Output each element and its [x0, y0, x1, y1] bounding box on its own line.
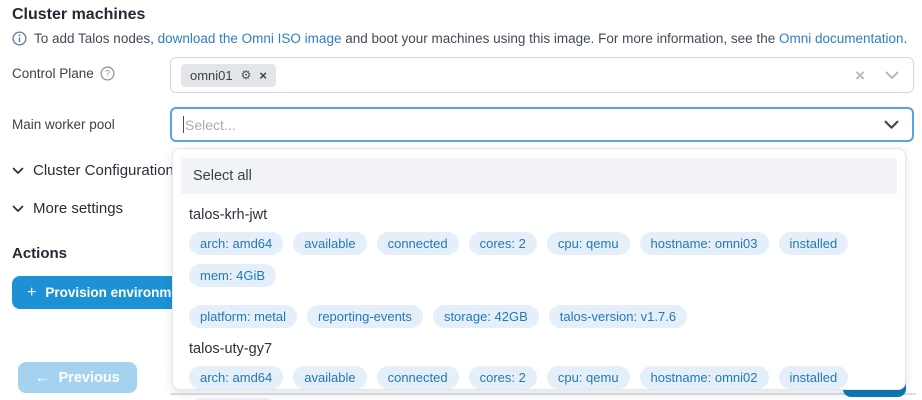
machine-label-chip: available — [293, 232, 366, 255]
info-text: To add Talos nodes, download the Omni IS… — [34, 31, 907, 46]
cluster-machines-page: Cluster machines To add Talos nodes, dow… — [0, 0, 922, 400]
machine-labels: arch: amd64 available connected cores: 2 cpu… — [189, 366, 889, 400]
plus-icon: + — [27, 285, 36, 301]
machine-label-chip: available — [293, 366, 366, 389]
selected-machine-chip: omni01 ⚙ × — [181, 64, 276, 87]
clear-selection-icon[interactable]: × — [855, 67, 865, 84]
actions-heading: Actions — [12, 245, 67, 262]
worker-pool-dropdown: Select all talos-krh-jwt arch: amd64 avai… — [172, 148, 906, 390]
machine-labels: arch: amd64 available connected cores: 2 cpu… — [189, 232, 889, 328]
machine-name: talos-krh-jwt — [189, 207, 889, 223]
info-banner: To add Talos nodes, download the Omni IS… — [12, 31, 907, 46]
control-plane-label: Control Plane ? — [12, 66, 115, 81]
machine-label-chip: cores: 2 — [469, 232, 537, 255]
machine-label-chip: platform: metal — [189, 305, 297, 328]
page-title: Cluster machines — [12, 6, 145, 24]
chevron-down-icon[interactable] — [884, 120, 899, 130]
chevron-down-icon — [12, 167, 24, 175]
selected-machine-name: omni01 — [190, 68, 233, 83]
machine-label-chip: connected — [377, 366, 459, 389]
machine-label-chip: installed — [779, 366, 849, 389]
machine-config-gear-icon[interactable]: ⚙ — [241, 68, 252, 82]
machine-label-chip: mem: 4GiB — [189, 264, 276, 287]
section-cluster-configuration[interactable]: Cluster Configuration — [12, 162, 174, 179]
previous-button[interactable]: ← Previous — [18, 362, 137, 393]
machine-label-chip: hostname: omni02 — [640, 366, 769, 389]
machine-name: talos-uty-gy7 — [189, 341, 889, 357]
machine-label-chip: arch: amd64 — [189, 232, 283, 255]
machine-option[interactable]: talos-uty-gy7 arch: amd64 available connec… — [181, 341, 897, 400]
arrow-left-icon: ← — [35, 370, 50, 386]
download-iso-link[interactable]: download the Omni ISO image — [158, 31, 342, 46]
worker-pool-placeholder: Select... — [185, 117, 236, 133]
worker-pool-label: Main worker pool — [12, 117, 115, 132]
chevron-down-icon[interactable] — [885, 71, 899, 80]
machine-label-chip: cores: 2 — [469, 366, 537, 389]
info-icon — [12, 31, 27, 46]
remove-machine-icon[interactable]: × — [259, 69, 267, 82]
machine-label-chip: storage: 42GB — [433, 305, 539, 328]
machine-label-chip: cpu: qemu — [547, 232, 630, 255]
omni-docs-link[interactable]: Omni documentation — [779, 31, 904, 46]
control-plane-select[interactable]: omni01 ⚙ × × — [170, 57, 914, 93]
help-icon[interactable]: ? — [100, 66, 115, 81]
machine-label-chip: cpu: qemu — [547, 366, 630, 389]
text-caret — [183, 116, 184, 133]
machine-label-chip: talos-version: v1.7.6 — [549, 305, 687, 328]
machine-options: talos-krh-jwt arch: amd64 available connec… — [181, 207, 897, 400]
section-more-settings[interactable]: More settings — [12, 200, 123, 217]
machine-label-chip: connected — [377, 232, 459, 255]
worker-pool-select[interactable]: Select... — [170, 107, 914, 142]
svg-text:?: ? — [105, 69, 110, 79]
machine-label-chip: hostname: omni03 — [640, 232, 769, 255]
select-all-option[interactable]: Select all — [181, 158, 897, 194]
machine-label-chip: installed — [779, 232, 849, 255]
machine-label-chip: reporting-events — [307, 305, 423, 328]
chevron-down-icon — [12, 205, 24, 213]
machine-label-chip: arch: amd64 — [189, 366, 283, 389]
machine-option[interactable]: talos-krh-jwt arch: amd64 available connec… — [181, 207, 897, 328]
